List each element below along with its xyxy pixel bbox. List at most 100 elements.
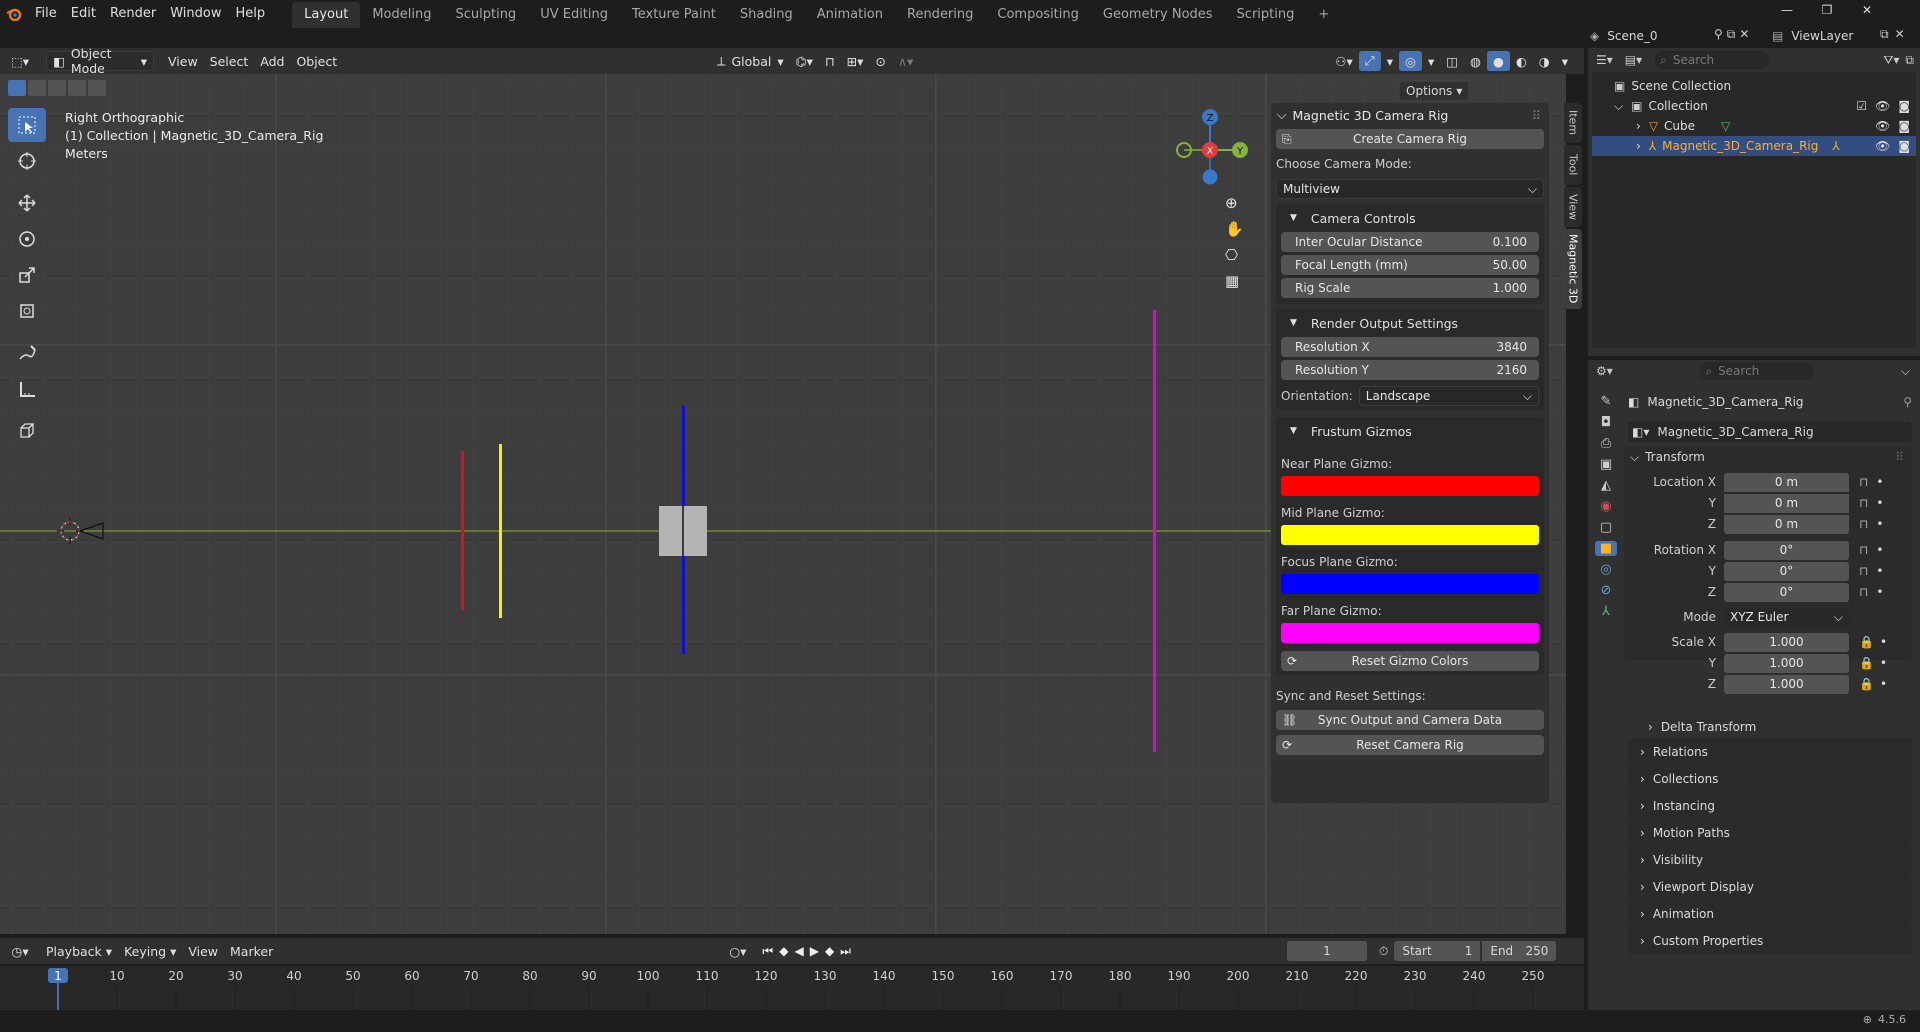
delete-view-layer-icon[interactable]: ✕ — [1895, 27, 1905, 42]
visibility-icon[interactable]: ⚇▾ — [1329, 51, 1358, 71]
start-frame-field[interactable]: Start 1 — [1394, 941, 1481, 961]
play-icon[interactable]: ▶ — [810, 944, 819, 959]
object-mode-dropdown[interactable]: ◧ Object Mode ▾ — [46, 46, 154, 76]
timeline-ruler[interactable]: 10 20 30 40 50 60 70 80 90 100 110 120 130 140 150 160 1… — [0, 966, 1584, 1010]
camera-mode-dropdown[interactable]: Multiview ⌵ — [1276, 179, 1544, 199]
overlay-dropdown-icon[interactable]: ▾ — [1422, 51, 1440, 71]
workspace-tab-rendering[interactable]: Rendering — [895, 2, 985, 28]
collection-row[interactable]: ⌵ ▣ Collection ☑ 👁 ◙ — [1592, 96, 1916, 116]
filter-icon[interactable]: ⛛▾ — [1883, 53, 1899, 68]
tab-tool[interactable]: Tool — [1564, 145, 1582, 185]
workspace-tab-modeling[interactable]: Modeling — [360, 2, 443, 28]
outliner-item-camera-rig[interactable]: › ⅄ Magnetic_3D_Camera_Rig ⅄ 👁 ◙ — [1592, 136, 1916, 156]
outliner-search-input[interactable]: ⌕ Search — [1654, 51, 1770, 69]
snap-target-icon[interactable]: ⊞▾ — [841, 51, 870, 71]
create-camera-rig-button[interactable]: ⎘ Create Camera Rig — [1276, 129, 1544, 149]
menu-keying[interactable]: Keying ▾ — [118, 941, 182, 961]
eye-icon[interactable]: 👁 — [1875, 139, 1890, 153]
end-frame-field[interactable]: End 250 — [1482, 941, 1557, 961]
menu-window[interactable]: Window — [163, 0, 228, 28]
resolution-y-field[interactable]: Resolution Y 2160 — [1281, 360, 1539, 380]
pivot-point-icon[interactable]: ⌬▾ — [790, 51, 819, 71]
lock-icon[interactable]: 🔒 — [1859, 635, 1874, 649]
eye-icon[interactable]: 👁 — [1875, 119, 1890, 133]
proportional-edit-icon[interactable]: ⊙ — [869, 51, 891, 71]
camera-controls-header[interactable]: ▼ Camera Controls — [1276, 204, 1544, 232]
tool-tab-icon[interactable]: ✎ — [1601, 394, 1612, 409]
overlay-toggle-icon[interactable]: ◎ — [1399, 51, 1422, 71]
camera-render-icon[interactable]: ◙ — [1898, 119, 1910, 133]
location-z-field[interactable]: 0 m — [1724, 514, 1849, 534]
menu-help[interactable]: Help — [229, 0, 273, 28]
shading-dropdown-icon[interactable]: ▾ — [1556, 51, 1574, 71]
menu-view[interactable]: View — [162, 51, 204, 71]
workspace-tab-geometry-nodes[interactable]: Geometry Nodes — [1091, 2, 1225, 28]
object-tab-icon[interactable]: ■ — [1595, 541, 1617, 556]
section-custom-properties[interactable]: › Custom Properties — [1628, 927, 1912, 954]
delete-scene-icon[interactable]: ✕ — [1739, 27, 1749, 42]
workspace-tab-sculpting[interactable]: Sculpting — [443, 2, 528, 28]
falloff-icon[interactable]: ∧▾ — [892, 51, 919, 71]
menu-marker[interactable]: Marker — [224, 941, 279, 961]
menu-playback[interactable]: Playback ▾ — [40, 941, 118, 961]
section-animation[interactable]: › Animation — [1628, 900, 1912, 927]
menu-timeline-view[interactable]: View — [182, 941, 224, 961]
menu-add[interactable]: Add — [254, 51, 290, 71]
pan-hand-icon[interactable]: ✋ — [1225, 220, 1244, 238]
lock-open-icon[interactable]: ⊓ — [1859, 564, 1868, 578]
far-plane-color-swatch[interactable] — [1281, 623, 1539, 643]
reset-gizmo-colors-button[interactable]: ⟳ Reset Gizmo Colors — [1281, 651, 1539, 671]
far-plane-gizmo[interactable] — [1153, 310, 1156, 752]
object-data-tab-icon[interactable]: ⅄ — [1602, 604, 1610, 619]
minimize-icon[interactable]: — — [1780, 3, 1794, 17]
new-view-layer-icon[interactable]: ⧉ — [1880, 27, 1889, 42]
inter-ocular-distance-field[interactable]: Inter Ocular Distance 0.100 — [1281, 232, 1539, 252]
object-datablock-field[interactable]: ◧▾ Magnetic_3D_Camera_Rig — [1628, 422, 1912, 442]
blender-logo-icon[interactable] — [0, 0, 28, 28]
close-icon[interactable]: ✕ — [1860, 3, 1874, 17]
location-y-field[interactable]: 0 m — [1724, 493, 1849, 513]
keyframe-dot-icon[interactable]: • — [1880, 635, 1887, 649]
drag-handle-icon[interactable]: ⠿ — [1895, 450, 1904, 464]
reset-camera-rig-button[interactable]: ⟳ Reset Camera Rig — [1276, 735, 1544, 755]
scene-tab-icon[interactable]: ◭ — [1601, 478, 1611, 493]
cube-object[interactable] — [659, 506, 707, 556]
auto-keying-icon[interactable]: ○▾ — [723, 941, 752, 961]
section-relations[interactable]: › Relations — [1628, 738, 1912, 765]
wireframe-shading-icon[interactable]: ◍ — [1464, 51, 1487, 71]
play-reverse-icon[interactable]: ◀ — [794, 944, 803, 959]
tab-magnetic-3d[interactable]: Magnetic 3D — [1564, 229, 1582, 309]
keyframe-dot-icon[interactable]: • — [1876, 475, 1883, 489]
grid-ortho-icon[interactable]: ▦ — [1225, 272, 1244, 290]
keyframe-dot-icon[interactable]: • — [1880, 677, 1887, 691]
drag-handle-icon[interactable]: ⠿ — [1532, 108, 1541, 123]
scale-x-field[interactable]: 1.000 — [1724, 632, 1849, 652]
location-x-field[interactable]: 0 m — [1724, 472, 1849, 492]
section-viewport-display[interactable]: › Viewport Display — [1628, 873, 1912, 900]
chevron-right-icon[interactable]: › — [1636, 119, 1641, 133]
rotation-x-field[interactable]: 0° — [1724, 540, 1849, 560]
jump-end-icon[interactable]: ⏭ — [840, 944, 851, 959]
keyframe-dot-icon[interactable]: • — [1876, 564, 1883, 578]
lock-open-icon[interactable]: ⊓ — [1859, 585, 1868, 599]
resolution-x-field[interactable]: Resolution X 3840 — [1281, 337, 1539, 357]
prev-keyframe-icon[interactable]: ◆ — [779, 944, 788, 959]
keyframe-dot-icon[interactable]: • — [1876, 517, 1883, 531]
jump-start-icon[interactable]: ⏮ — [762, 944, 773, 959]
mid-plane-gizmo[interactable] — [499, 444, 502, 618]
render-output-header[interactable]: ▼ Render Output Settings — [1276, 309, 1544, 337]
pin-icon[interactable]: ⚲ — [1714, 27, 1723, 42]
menu-edit[interactable]: Edit — [64, 0, 103, 28]
menu-render[interactable]: Render — [103, 0, 163, 28]
display-mode-icon[interactable]: ▤▾ — [1625, 53, 1642, 67]
tab-view[interactable]: View — [1564, 187, 1582, 227]
maximize-icon[interactable]: ❐ — [1820, 3, 1834, 17]
view-layer-tab-icon[interactable]: ▣ — [1600, 457, 1612, 472]
view-layer-selector[interactable]: ▤ ViewLayer — [1766, 26, 1876, 46]
options-dropdown[interactable]: Options ▾ — [1400, 82, 1469, 100]
frustum-gizmos-header[interactable]: ▼ Frustum Gizmos — [1276, 417, 1544, 445]
rendered-shading-icon[interactable]: ◑ — [1533, 51, 1556, 71]
rig-scale-field[interactable]: Rig Scale 1.000 — [1281, 278, 1539, 298]
physics-tab-icon[interactable]: ◎ — [1600, 562, 1611, 577]
current-frame-field[interactable]: 1 — [1286, 941, 1367, 961]
